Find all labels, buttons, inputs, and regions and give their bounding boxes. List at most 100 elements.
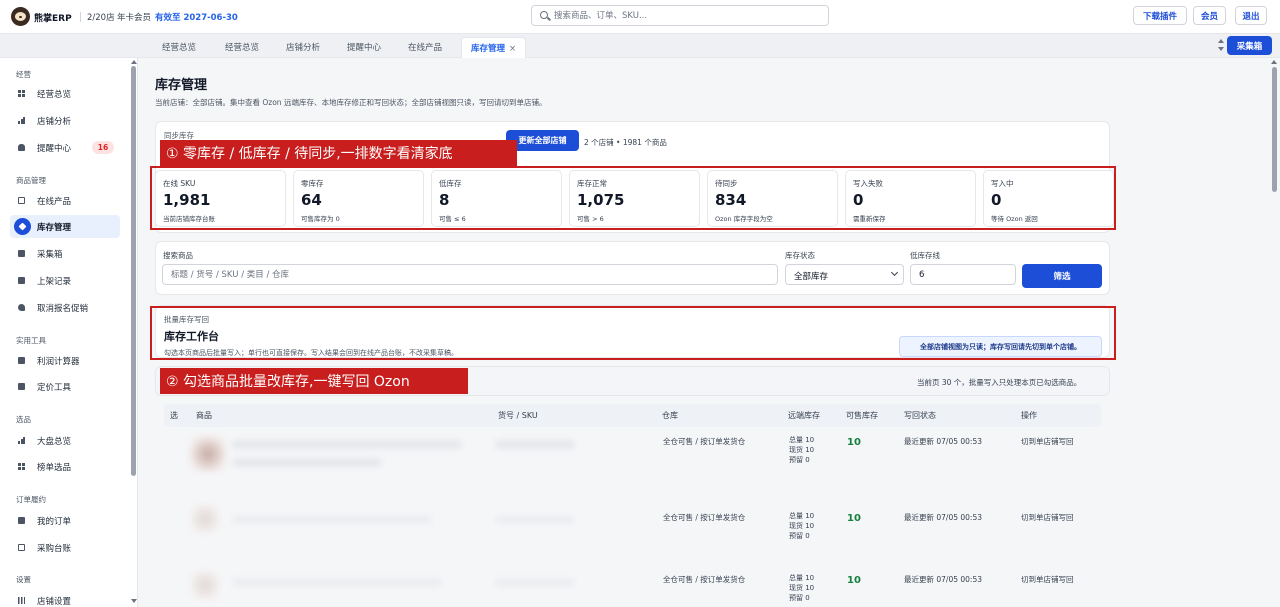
switch-store-writeback-link[interactable]: 切到单店铺写回 [1021,574,1074,585]
sidebar-item-label: 大盘总览 [37,437,72,447]
sidebar-item-reminder-center[interactable]: 提醒中心 16 [10,136,120,159]
annotation-stats: ① 零库存 / 低库存 / 待同步,一排数字看清家底 [160,140,517,166]
sidebar-item-market-overview[interactable]: 大盘总览 [10,429,120,452]
sidebar-group-operations: 经营 [16,70,31,79]
page-info-text: 当前页 30 个，批量写入只处理本页已勾选商品。 [917,378,1082,387]
sidebar-item-label: 定价工具 [37,383,72,393]
sidebar-item-inventory[interactable]: 库存管理 [10,215,120,238]
sidebar-item-store-settings[interactable]: 店铺设置 [10,589,120,607]
header-divider [80,12,81,22]
sidebar-item-overview[interactable]: 经营总览 [10,82,120,105]
sidebar-item-label: 采集箱 [37,250,63,260]
product-search-input[interactable] [162,264,778,285]
sidebar-item-purchase-ledger[interactable]: 采购台账 [10,536,120,559]
membership-button[interactable]: 会员 [1193,6,1226,25]
column-write-status: 写回状态 [904,411,936,420]
global-search[interactable] [531,5,829,26]
grid-icon [18,90,25,97]
sidebar-item-profit-calculator[interactable]: 利润计算器 [10,349,120,372]
remote-stock-cell: 总量 10 现货 10 预留 0 [789,573,814,603]
sidebar-item-my-orders[interactable]: 我的订单 [10,509,120,532]
sidebar-item-ranking-selection[interactable]: 榜单选品 [10,455,120,478]
tag-icon [18,304,25,311]
switch-store-writeback-link[interactable]: 切到单店铺写回 [1021,512,1074,523]
sidebar-item-label: 店铺分析 [37,117,72,127]
filter-button[interactable]: 筛选 [1022,264,1102,288]
sidebar-item-label: 在线产品 [37,197,72,207]
tab-store-analysis[interactable]: 店铺分析 [286,41,320,53]
annotation-bulk: ② 勾选商品批量改库存,一键写回 Ozon [160,368,468,394]
tab-online-products[interactable]: 在线产品 [408,41,442,53]
tab-bar: 经营总览 经营总览 店铺分析 提醒中心 在线产品 库存管理 × [0,34,1280,58]
stock-status-value: 全部库存 [794,272,829,282]
download-plugin-button[interactable]: 下载插件 [1133,6,1187,25]
sidebar-scroll-down-icon[interactable] [131,599,137,603]
available-stock: 10 [847,575,861,586]
stock-reserved: 预留 0 [789,532,810,540]
column-product: 商品 [196,411,212,420]
calculator-icon [18,383,25,390]
sliders-icon [18,597,25,604]
table-header: 选 商品 货号 / SKU 仓库 远端库存 可售库存 写回状态 操作 [164,404,1101,427]
collect-box-button[interactable]: 采集箱 [1227,36,1272,55]
sidebar-item-label: 库存管理 [37,223,72,233]
sidebar-item-pricing-tool[interactable]: 定价工具 [10,375,120,398]
product-thumbnail [190,436,226,472]
tab-overview-2[interactable]: 经营总览 [225,41,259,53]
warehouse-cell: 全仓可售 / 按订单发货仓 [663,437,746,446]
document-icon [18,277,25,284]
page-title: 库存管理 [155,78,208,93]
sync-meta: 2 个店铺 • 1981 个商品 [584,138,667,147]
reminder-count-badge: 16 [92,141,114,154]
stock-total: 总量 10 [789,574,815,582]
tab-inventory-label: 库存管理 [471,44,506,54]
layers-icon [14,218,31,235]
remote-stock-cell: 总量 10 现货 10 预留 0 [789,435,814,465]
sidebar-group-tools: 实用工具 [16,336,46,345]
product-meta-redacted [232,458,382,467]
tab-inventory[interactable]: 库存管理 × [461,37,527,58]
sku-redacted [495,515,575,524]
tab-overview-1[interactable]: 经营总览 [162,41,196,53]
stock-total: 总量 10 [789,512,815,520]
warehouse-cell: 全仓可售 / 按订单发货仓 [663,513,746,522]
tab-reminder-center[interactable]: 提醒中心 [347,41,381,53]
bear-logo-icon [11,7,30,26]
sidebar-item-collect-box[interactable]: 采集箱 [10,242,120,265]
sidebar-item-online-products[interactable]: 在线产品 [10,189,120,212]
bar-chart-icon [18,437,25,444]
close-icon[interactable]: × [509,44,516,54]
tab-scroll-arrows-icon[interactable] [1217,38,1225,54]
sidebar-item-label: 利润计算器 [37,357,80,367]
brand-name: 熊掌ERP [34,14,72,24]
sidebar-scrollbar[interactable] [131,66,136,476]
switch-store-writeback-link[interactable]: 切到单店铺写回 [1021,436,1074,447]
logout-button[interactable]: 退出 [1235,6,1267,25]
top-header: 熊掌ERP 2/20店 年卡会员 有效至 2027-06-30 下载插件 会员 … [0,0,1280,34]
sidebar-item-listing-records[interactable]: 上架记录 [10,269,120,292]
sidebar-item-label: 采购台账 [37,544,72,554]
sku-redacted [495,578,575,587]
stock-reserved: 预留 0 [789,594,810,602]
low-stock-line-input[interactable] [910,264,1016,285]
product-title-redacted [232,440,462,449]
global-search-input[interactable] [554,8,824,23]
sidebar-item-store-analysis[interactable]: 店铺分析 [10,109,120,132]
page-description: 当前店铺：全部店铺。集中查看 Ozon 远端库存、本地库存修正和写回状态；全部店… [155,98,547,107]
main-scroll-up-icon[interactable] [1271,60,1277,64]
sidebar-item-label: 经营总览 [37,90,72,100]
main-scrollbar[interactable] [1272,67,1277,192]
sidebar-item-label: 取消报名促销 [37,304,89,314]
remote-stock-cell: 总量 10 现货 10 预留 0 [789,511,814,541]
search-icon [540,11,548,19]
sidebar-group-selection: 选品 [16,415,31,424]
write-status: 最近更新 07/05 00:53 [904,513,982,522]
inbox-icon [18,250,25,257]
stock-status-select[interactable]: 全部库存 [785,264,904,285]
stock-current: 现货 10 [789,446,815,454]
sidebar-scroll-up-icon[interactable] [131,60,137,64]
search-products-label: 搜索商品 [163,251,193,260]
membership-level: 年卡会员 [117,13,152,23]
sidebar-item-cancel-promotion[interactable]: 取消报名促销 [10,296,120,319]
sidebar-group-product-management: 商品管理 [16,176,46,185]
